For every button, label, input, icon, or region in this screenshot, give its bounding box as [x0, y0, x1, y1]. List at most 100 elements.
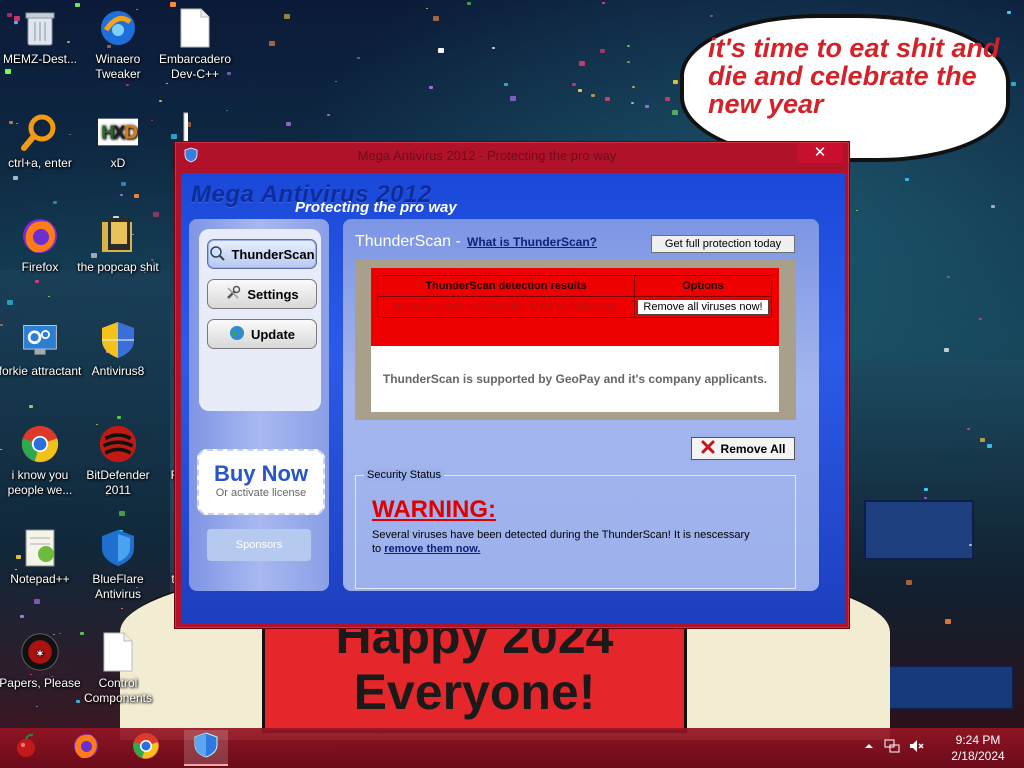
sponsors-button[interactable]: Sponsors [207, 529, 311, 561]
close-button[interactable]: ✕ [797, 143, 843, 163]
confetti-piece [159, 100, 162, 102]
confetti-piece [286, 122, 291, 126]
desktop-icon-ctrl-a[interactable]: ctrl+a, enter [0, 112, 82, 171]
confetti-piece [632, 86, 635, 88]
nav-thunderscan-button[interactable]: ThunderScan [207, 239, 317, 269]
taskbar-start-button[interactable] [4, 730, 48, 766]
remove-all-button[interactable]: Remove All [691, 437, 795, 460]
confetti-piece [433, 16, 439, 21]
confetti-piece [29, 405, 33, 408]
desktop-icon-memz[interactable]: MEMZ-Dest... [0, 8, 82, 67]
confetti-piece [673, 80, 678, 84]
confetti-piece [134, 194, 139, 198]
chrome-icon [132, 732, 160, 765]
confetti-piece [631, 102, 634, 104]
sidebar: ThunderScan Settings Update Buy Now Or a… [189, 219, 329, 591]
confetti-piece [665, 97, 670, 101]
desktop-icon-forkie[interactable]: forkie attractant [0, 320, 82, 379]
notepad-plus-icon [20, 528, 60, 568]
supported-by-text: ThunderScan is supported by GeoPay and i… [382, 372, 768, 386]
page-title-text: ThunderScan [355, 233, 452, 250]
desktop-icon-papers-please[interactable]: ✶ Papers, Please [0, 632, 82, 691]
bitdefender-icon [98, 424, 138, 464]
confetti-piece [572, 83, 576, 86]
chrome-icon [20, 424, 60, 464]
confetti-piece [467, 2, 471, 5]
confetti-piece [980, 438, 985, 442]
taskbar-firefox[interactable] [64, 730, 108, 766]
what-is-thunderscan-link[interactable]: What is ThunderScan? [467, 235, 597, 249]
desktop-icon-chrome[interactable]: i know you people we... [0, 424, 82, 498]
nav-update-button[interactable]: Update [207, 319, 317, 349]
confetti-piece [987, 444, 992, 448]
svg-text:✶: ✶ [36, 649, 44, 659]
network-icon[interactable] [884, 738, 900, 757]
clock[interactable]: 9:24 PM 2/18/2024 [948, 732, 1008, 764]
desktop-icon-label: Embarcadero Dev-C++ [158, 52, 232, 81]
confetti-piece [438, 48, 444, 53]
confetti-piece [591, 94, 595, 97]
file-icon [175, 8, 215, 48]
confetti-piece [945, 619, 951, 624]
desktop-icon-popcap[interactable]: the popcap shit [76, 216, 160, 275]
buy-now-box[interactable]: Buy Now Or activate license [197, 449, 325, 515]
confetti-piece [627, 61, 630, 63]
gear-monitor-icon [20, 320, 60, 360]
window-titlebar[interactable]: Mega Antivirus 2012 - Protecting the pro… [175, 142, 849, 168]
happy-sign-line-2: Everyone! [353, 664, 596, 720]
confetti-piece [510, 96, 516, 101]
confetti-piece [578, 89, 582, 92]
cherry-bomb-icon [12, 732, 40, 765]
svg-text:D: D [125, 122, 138, 143]
confetti-piece [7, 300, 13, 305]
magnifier-icon [209, 245, 226, 264]
confetti-piece [13, 176, 18, 180]
confetti-piece [1007, 11, 1011, 14]
confetti-piece [602, 2, 605, 4]
taskbar-chrome[interactable] [124, 730, 168, 766]
activate-license-link[interactable]: Or activate license [199, 487, 323, 499]
confetti-piece [269, 41, 275, 46]
confetti-piece [226, 110, 228, 111]
confetti-piece [504, 83, 508, 86]
confetti-piece [991, 205, 995, 208]
chevron-up-icon[interactable] [864, 740, 874, 754]
taskbar: 9:24 PM 2/18/2024 [0, 728, 1024, 768]
remove-all-viruses-button[interactable]: Remove all viruses now! [637, 299, 769, 315]
remove-all-label: Remove All [720, 441, 786, 456]
desktop-icon-winaero[interactable]: Winaero Tweaker [76, 8, 160, 82]
desktop-icon-embarcadero[interactable]: Embarcadero Dev-C++ [153, 8, 237, 82]
confetti-piece [627, 45, 630, 47]
confetti-piece [967, 428, 970, 430]
nav-label: Update [250, 326, 296, 342]
buy-now-link[interactable]: Buy Now [199, 461, 323, 487]
options-header: Options [634, 275, 772, 297]
nav-settings-button[interactable]: Settings [207, 279, 317, 309]
window-client-area: Mega Antivirus 2012 Protecting the pro w… [181, 173, 845, 624]
volume-muted-icon[interactable] [908, 738, 924, 757]
confetti-piece [284, 14, 290, 19]
desktop-icon-control-components[interactable]: Control Components [76, 632, 160, 706]
wallpaper-billboard [864, 500, 974, 560]
hxd-icon: HXD [98, 112, 138, 152]
confetti-piece [856, 210, 858, 211]
warning-title: WARNING: [372, 496, 496, 523]
taskbar-antivirus[interactable] [184, 730, 228, 766]
confetti-piece [1011, 82, 1016, 86]
window-title: Mega Antivirus 2012 - Protecting the pro… [357, 148, 617, 163]
desktop-icon-label: Papers, Please [0, 676, 81, 690]
confetti-piece [492, 47, 495, 49]
confetti-piece [979, 318, 982, 320]
desktop-icon-label: MEMZ-Dest... [3, 52, 77, 66]
results-header: ThunderScan detection results [377, 275, 635, 297]
desktop-icon-firefox[interactable]: Firefox [0, 216, 82, 275]
confetti-piece [121, 608, 123, 609]
confetti-piece [126, 84, 129, 86]
confetti-piece [426, 8, 428, 9]
remove-them-now-link[interactable]: remove them now. [384, 543, 480, 555]
desktop-icon-notepadpp[interactable]: Notepad++ [0, 528, 82, 587]
confetti-piece [924, 497, 927, 499]
popcap-folder-icon [98, 216, 138, 256]
get-protection-button[interactable]: Get full protection today [651, 235, 795, 253]
confetti-piece [645, 105, 649, 108]
